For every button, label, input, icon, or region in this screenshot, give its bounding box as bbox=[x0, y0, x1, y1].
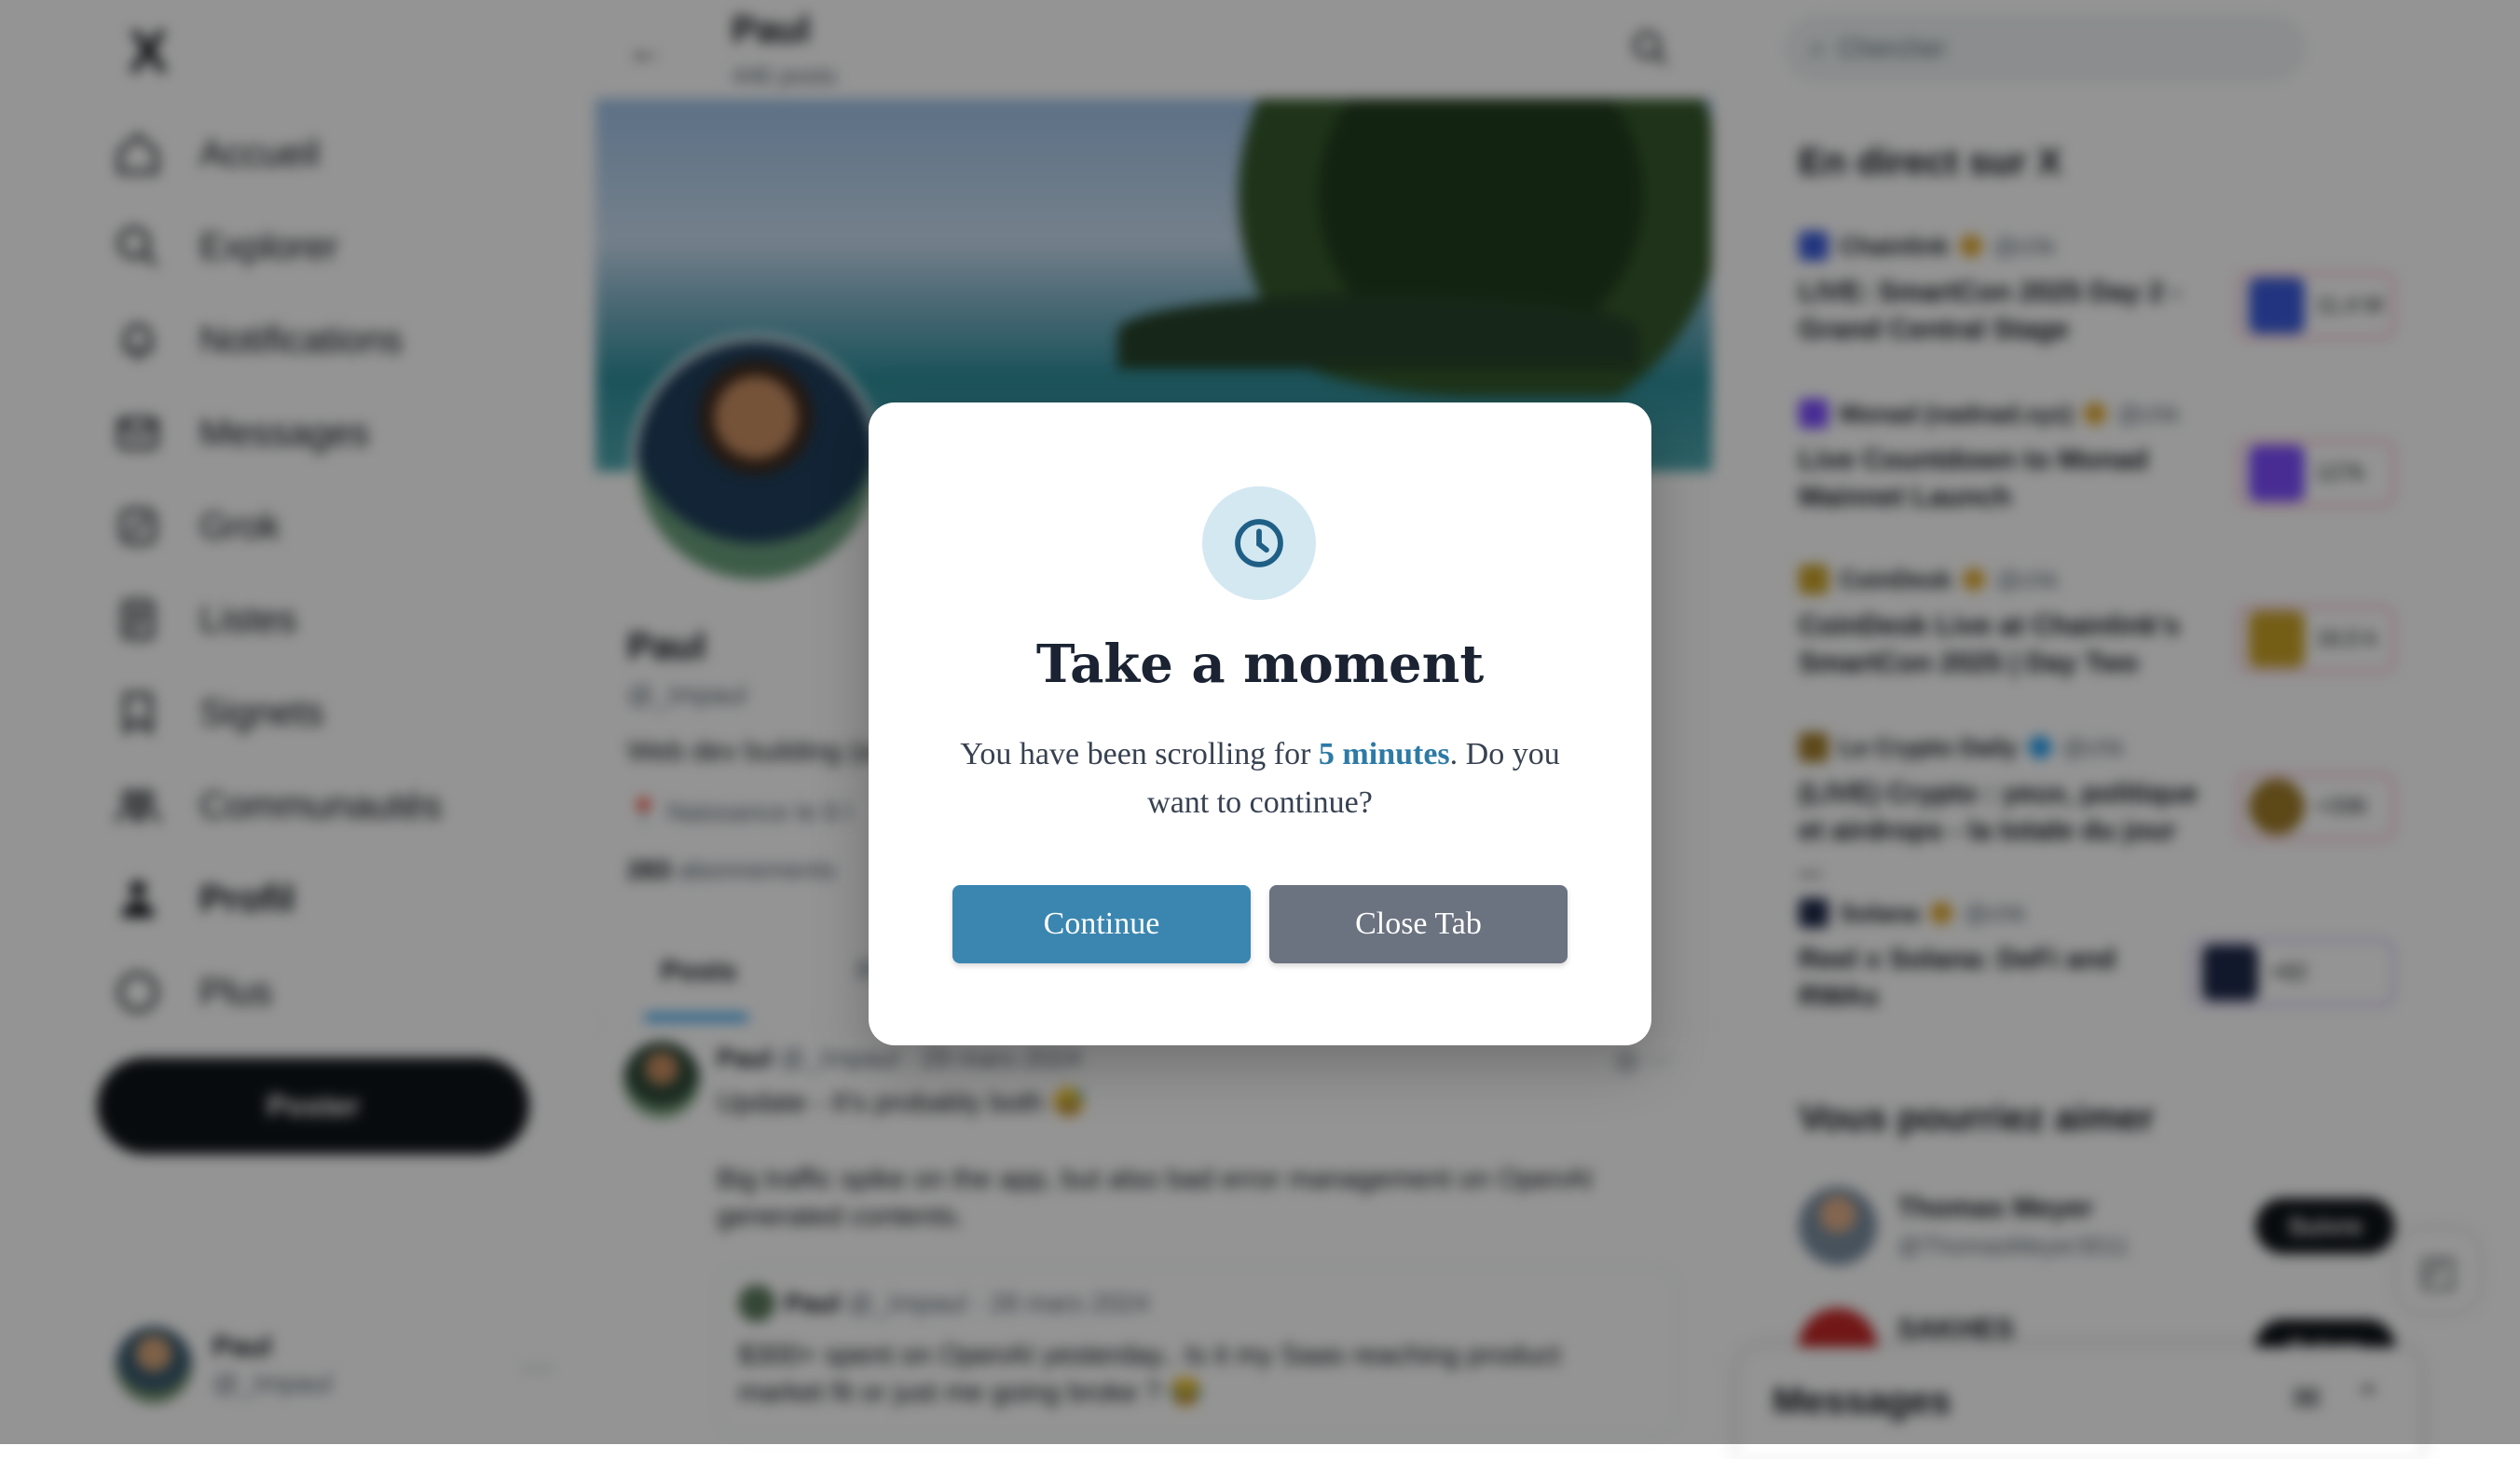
take-a-moment-dialog: Take a moment You have been scrolling fo… bbox=[869, 402, 1651, 1045]
message-text: You have been scrolling for bbox=[960, 737, 1319, 771]
dialog-message: You have been scrolling for 5 minutes. D… bbox=[952, 730, 1568, 827]
close-tab-button[interactable]: Close Tab bbox=[1269, 885, 1568, 963]
dialog-title: Take a moment bbox=[1035, 634, 1485, 695]
continue-button[interactable]: Continue bbox=[952, 885, 1251, 963]
elapsed-time: 5 minutes bbox=[1318, 737, 1450, 771]
clock-icon bbox=[1202, 486, 1316, 600]
